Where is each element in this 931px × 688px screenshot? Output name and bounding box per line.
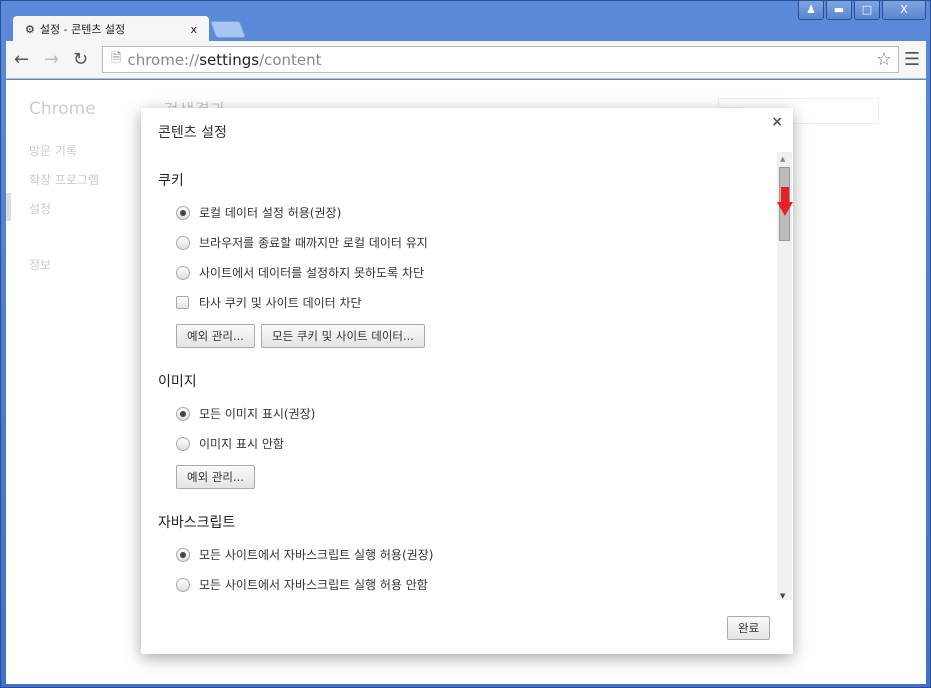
radio-images-hide[interactable]: 이미지 표시 안함 bbox=[176, 435, 284, 452]
images-exceptions-button[interactable]: 예외 관리... bbox=[176, 465, 255, 489]
profile-button[interactable]: ♟ bbox=[798, 1, 824, 20]
radio-icon[interactable] bbox=[176, 406, 190, 421]
done-button[interactable]: 완료 bbox=[727, 616, 771, 640]
section-javascript: 자바스크립트 bbox=[158, 515, 236, 531]
radio-images-show[interactable]: 모든 이미지 표시(권장) bbox=[176, 405, 315, 422]
close-window-button[interactable]: X bbox=[882, 1, 926, 20]
radio-cookies-allow[interactable]: 로컬 데이터 설정 허용(권장) bbox=[176, 204, 341, 221]
radio-icon[interactable] bbox=[176, 577, 190, 592]
dialog-title: 콘텐츠 설정 bbox=[158, 125, 227, 141]
checkbox-third-party[interactable]: 타사 쿠키 및 사이트 데이터 차단 bbox=[176, 294, 362, 311]
address-bar[interactable]: 🗎 chrome://settings/content ☆ bbox=[102, 46, 899, 73]
option-label: 로컬 데이터 설정 허용(권장) bbox=[199, 206, 342, 220]
nav-settings[interactable]: 설정 bbox=[29, 200, 51, 217]
section-cookies: 쿠키 bbox=[158, 173, 184, 189]
maximize-button[interactable]: □ bbox=[854, 1, 880, 20]
radio-icon[interactable] bbox=[176, 205, 190, 220]
scroll-up-icon[interactable]: ▲ bbox=[780, 155, 785, 163]
nav-active-marker bbox=[6, 193, 11, 221]
scroll-down-icon[interactable]: ▼ bbox=[780, 592, 785, 600]
section-images: 이미지 bbox=[158, 374, 197, 390]
tab-settings[interactable]: ⚙ 설정 - 콘텐츠 설정 x bbox=[13, 16, 209, 42]
bookmark-star-icon[interactable]: ☆ bbox=[876, 49, 892, 70]
reload-icon[interactable]: ↻ bbox=[73, 49, 88, 70]
new-tab-button[interactable] bbox=[209, 21, 247, 38]
option-label: 타사 쿠키 및 사이트 데이터 차단 bbox=[199, 296, 362, 310]
toolbar: ← → ↻ 🗎 chrome://settings/content ☆ ☰ bbox=[6, 41, 926, 79]
option-label: 사이트에서 데이터를 설정하지 못하도록 차단 bbox=[199, 266, 425, 280]
page-icon: 🗎 bbox=[111, 50, 122, 66]
radio-js-allow[interactable]: 모든 사이트에서 자바스크립트 실행 허용(권장) bbox=[176, 546, 433, 563]
brand: Chrome bbox=[29, 99, 96, 119]
content-settings-dialog: 콘텐츠 설정 × 쿠키 로컬 데이터 설정 허용(권장) 브라우저를 종료할 때… bbox=[141, 108, 793, 654]
scrollbar[interactable]: ▲ ▼ bbox=[777, 152, 792, 600]
back-icon[interactable]: ← bbox=[14, 49, 29, 70]
url-scheme: chrome:// bbox=[127, 50, 200, 69]
option-label: 브라우저를 종료할 때까지만 로컬 데이터 유지 bbox=[199, 236, 428, 250]
nav-extensions[interactable]: 확장 프로그램 bbox=[29, 171, 99, 188]
radio-cookies-block[interactable]: 사이트에서 데이터를 설정하지 못하도록 차단 bbox=[176, 264, 424, 281]
option-label: 모든 사이트에서 자바스크립트 실행 허용 안함 bbox=[199, 578, 428, 592]
url-path: /content bbox=[259, 50, 322, 69]
checkbox-icon[interactable] bbox=[176, 296, 189, 309]
nav-about[interactable]: 정보 bbox=[29, 256, 51, 273]
all-cookies-button[interactable]: 모든 쿠키 및 사이트 데이터... bbox=[261, 324, 425, 348]
option-label: 모든 이미지 표시(권장) bbox=[199, 407, 316, 421]
url-host: settings bbox=[199, 50, 260, 69]
tab-title: 설정 - 콘텐츠 설정 bbox=[39, 23, 126, 36]
radio-cookies-session[interactable]: 브라우저를 종료할 때까지만 로컬 데이터 유지 bbox=[176, 234, 428, 251]
browser-window: ♟ ▬ □ X ⚙ 설정 - 콘텐츠 설정 x ← → ↻ 🗎 chrome:/… bbox=[0, 0, 931, 688]
radio-icon[interactable] bbox=[176, 235, 190, 250]
cookies-exceptions-button[interactable]: 예외 관리... bbox=[176, 324, 255, 348]
option-label: 이미지 표시 안함 bbox=[199, 437, 284, 451]
tab-close-icon[interactable]: x bbox=[190, 23, 197, 36]
nav-history[interactable]: 방문 기록 bbox=[29, 142, 77, 159]
forward-icon[interactable]: → bbox=[44, 49, 59, 70]
radio-icon[interactable] bbox=[176, 436, 190, 451]
menu-icon[interactable]: ☰ bbox=[904, 49, 920, 70]
minimize-button[interactable]: ▬ bbox=[826, 1, 852, 20]
option-label: 모든 사이트에서 자바스크립트 실행 허용(권장) bbox=[199, 548, 434, 562]
gear-icon: ⚙ bbox=[25, 22, 35, 36]
radio-icon[interactable] bbox=[176, 547, 190, 562]
close-icon[interactable]: × bbox=[771, 114, 783, 130]
radio-icon[interactable] bbox=[176, 265, 190, 280]
radio-js-block[interactable]: 모든 사이트에서 자바스크립트 실행 허용 안함 bbox=[176, 576, 428, 593]
red-arrow-annotation-icon bbox=[777, 187, 793, 216]
